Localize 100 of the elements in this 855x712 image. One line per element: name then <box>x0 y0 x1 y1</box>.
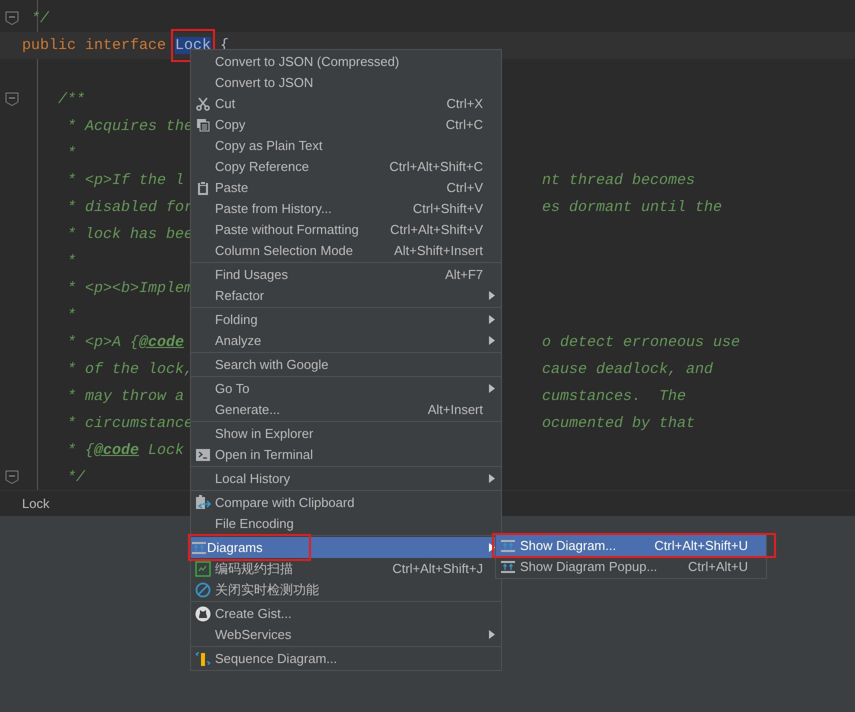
menu-item[interactable]: File Encoding <box>191 513 501 534</box>
menu-item[interactable]: Local History <box>191 468 501 489</box>
menu-item[interactable]: 关闭实时检测功能 <box>191 579 501 600</box>
menu-item-label: Show Diagram... <box>520 538 618 553</box>
menu-item[interactable]: Go To <box>191 378 501 399</box>
shortcut-text: Ctrl+Shift+V <box>412 201 483 216</box>
menu-item-label: Paste from History... <box>215 201 333 216</box>
menu-item-label: Analyze <box>215 333 262 348</box>
prohibited-icon <box>195 582 211 598</box>
menu-item-label: Search with Google <box>215 357 330 372</box>
fold-marker-icon[interactable] <box>5 11 19 25</box>
menu-item[interactable]: Sequence Diagram... <box>191 648 501 669</box>
diagram-icon <box>500 538 516 552</box>
menu-item[interactable]: Paste from History... Ctrl+Shift+V <box>191 198 501 219</box>
menu-item-label: 关闭实时检测功能 <box>215 580 320 598</box>
comment-text: nt thread becomes <box>542 172 696 189</box>
menu-item[interactable]: Paste without Formatting Ctrl+Alt+Shift+V <box>191 219 501 240</box>
scan-icon <box>195 560 211 576</box>
menu-item[interactable]: Find Usages Alt+F7 <box>191 264 501 285</box>
menu-item-label: Local History <box>215 471 292 486</box>
comment-text: */ <box>67 469 86 486</box>
comment-text: * <p><b>Implem <box>67 280 194 297</box>
menu-item-label: Diagrams <box>207 540 264 555</box>
menu-item-label: Show Diagram Popup... <box>520 559 658 574</box>
comment-text: o detect erroneous use <box>542 334 740 351</box>
terminal-icon <box>196 448 210 462</box>
menu-item-label: Copy Reference <box>215 159 310 174</box>
menu-item-label: Show in Explorer <box>215 426 314 441</box>
menu-item-label: Paste without Formatting <box>215 222 360 237</box>
shortcut-text: Ctrl+Alt+Shift+V <box>390 222 483 237</box>
comment-text: * <p>A {@code <box>67 334 184 351</box>
menu-item-label: File Encoding <box>215 516 295 531</box>
comment-text: * <box>67 253 76 270</box>
menu-item[interactable]: Paste Ctrl+V <box>191 177 501 198</box>
shortcut-text: Ctrl+V <box>446 180 483 195</box>
shortcut-text: Ctrl+Alt+Shift+U <box>654 538 748 553</box>
menu-item-label: Open in Terminal <box>215 447 314 462</box>
menu-item-label: Create Gist... <box>215 606 293 621</box>
menu-item-label: Convert to JSON (Compressed) <box>215 54 400 69</box>
comment-text: */ <box>31 10 50 27</box>
comment-text: * <p>If the l <box>67 172 184 189</box>
menu-item[interactable]: Convert to JSON <box>191 72 501 93</box>
shortcut-text: Alt+Shift+Insert <box>394 243 483 258</box>
comment-text: * of the lock, <box>67 361 194 378</box>
menu-item-label: Generate... <box>215 402 282 417</box>
clipboard-icon <box>196 180 210 194</box>
shortcut-text: Ctrl+Alt+Shift+J <box>392 561 483 576</box>
menu-item-label: Cut <box>215 96 236 111</box>
comment-text: * {@code Lock <box>67 442 184 459</box>
fold-marker-icon[interactable] <box>5 470 19 484</box>
menu-item-label: Compare with Clipboard <box>215 495 356 510</box>
comment-text: ocumented by that <box>542 415 696 432</box>
menu-item-label: Column Selection Mode <box>215 243 354 258</box>
fold-marker-icon[interactable] <box>5 92 19 106</box>
breadcrumb-item[interactable]: Lock <box>22 496 50 510</box>
menu-item[interactable]: Refactor <box>191 285 501 306</box>
menu-item[interactable]: Create Gist... <box>191 603 501 624</box>
menu-item[interactable]: WebServices <box>191 624 501 645</box>
menu-item[interactable]: Open in Terminal <box>191 444 501 465</box>
shortcut-text: Ctrl+X <box>446 96 483 111</box>
menu-item-label: Paste <box>215 180 250 195</box>
menu-item[interactable]: Search with Google <box>191 354 501 375</box>
menu-item[interactable]: Cut Ctrl+X <box>191 93 501 114</box>
shortcut-text: Ctrl+Alt+Shift+C <box>389 159 483 174</box>
shortcut-text: Ctrl+C <box>446 117 483 132</box>
comment-text: * circumstance <box>67 415 194 432</box>
cat-logo-icon <box>195 606 211 622</box>
menu-item-label: Sequence Diagram... <box>215 651 338 666</box>
comment-text: cause deadlock, and <box>542 361 714 378</box>
shortcut-text: Alt+F7 <box>445 267 483 282</box>
menu-item[interactable]: Show Diagram... Ctrl+Alt+Shift+U <box>496 535 766 556</box>
menu-item-label: Copy as Plain Text <box>215 138 324 153</box>
menu-item-label: WebServices <box>215 627 292 642</box>
menu-item-label: Find Usages <box>215 267 289 282</box>
menu-item[interactable]: Copy as Plain Text <box>191 135 501 156</box>
menu-item[interactable]: Compare with Clipboard <box>191 492 501 513</box>
compare-icon <box>195 494 211 510</box>
menu-item[interactable]: Generate... Alt+Insert <box>191 399 501 420</box>
shortcut-text: Alt+Insert <box>428 402 483 417</box>
code-keyword: public interface <box>22 37 168 54</box>
diagram-icon <box>500 560 516 574</box>
menu-item[interactable]: Folding <box>191 309 501 330</box>
menu-item[interactable]: Convert to JSON (Compressed) <box>191 51 501 72</box>
menu-item[interactable]: Copy Ctrl+C <box>191 114 501 135</box>
diagram-icon <box>191 540 207 554</box>
comment-text: cumstances. The <box>542 388 686 405</box>
menu-item[interactable]: Analyze <box>191 330 501 351</box>
sequence-diagram-icon <box>195 650 211 666</box>
comment-text: * disabled for <box>67 199 194 216</box>
menu-item[interactable]: Show in Explorer <box>191 423 501 444</box>
menu-item-label: 编码规约扫描 <box>215 560 294 578</box>
menu-item-label: Go To <box>215 381 250 396</box>
menu-item[interactable]: Column Selection Mode Alt+Shift+Insert <box>191 240 501 261</box>
comment-text: es dormant until the <box>542 199 722 216</box>
menu-item-label: Folding <box>215 312 259 327</box>
scissors-icon <box>196 96 210 110</box>
menu-item-label: Convert to JSON <box>215 75 314 90</box>
menu-item[interactable]: Copy Reference Ctrl+Alt+Shift+C <box>191 156 501 177</box>
comment-text: * may throw a <box>67 388 184 405</box>
comment-text: * <box>67 145 76 162</box>
